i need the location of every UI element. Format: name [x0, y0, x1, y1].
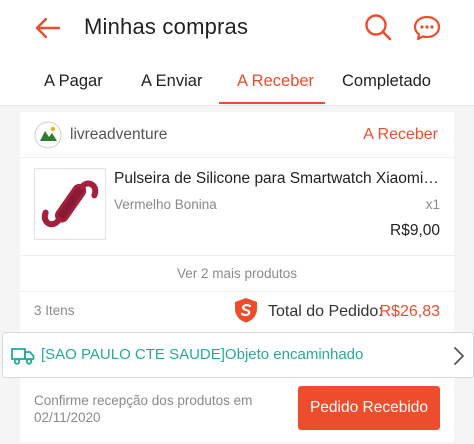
- confirm-receipt-text: Confirme recepção dos produtos em 02/11/…: [34, 393, 253, 425]
- back-button[interactable]: [30, 12, 64, 44]
- order-tabs: A Pagar A Enviar A Receber Completado: [0, 56, 474, 106]
- shop-header[interactable]: livreadventure A Receber: [20, 112, 454, 158]
- total-value: R$26,83: [379, 303, 441, 320]
- chevron-right-icon: [454, 347, 464, 365]
- page-title: Minhas compras: [84, 14, 249, 39]
- shop-name[interactable]: livreadventure: [70, 125, 167, 145]
- tab-a-pagar[interactable]: A Pagar: [44, 70, 103, 92]
- product-item[interactable]: Pulseira de Silicone para Smartwatch Xia…: [20, 158, 454, 256]
- tab-completado[interactable]: Completado: [342, 70, 431, 92]
- shipping-status-text: [SAO PAULO CTE SAUDE]Objeto encaminhado: [41, 346, 364, 363]
- product-quantity: x1: [425, 197, 440, 212]
- shopee-guarantee-shield-icon: [235, 298, 257, 323]
- chat-button[interactable]: [410, 11, 444, 45]
- items-count: 3 Itens: [34, 303, 75, 318]
- product-variant: Vermelho Bonina: [114, 197, 217, 212]
- more-products-link[interactable]: Ver 2 mais produtos: [20, 256, 454, 292]
- order-received-button[interactable]: Pedido Recebido: [298, 386, 440, 430]
- shop-logo-icon: [34, 121, 62, 149]
- more-products-label: Ver 2 mais produtos: [176, 266, 298, 281]
- confirm-row: Confirme recepção dos produtos em 02/11/…: [20, 378, 454, 442]
- tab-a-receber[interactable]: A Receber: [237, 70, 314, 92]
- product-image: [34, 168, 106, 240]
- truck-icon: [11, 348, 35, 365]
- app-header: Minhas compras: [0, 0, 474, 56]
- watch-band-icon: [41, 180, 99, 228]
- search-button[interactable]: [362, 11, 394, 43]
- product-name: Pulseira de Silicone para Smartwatch Xia…: [114, 170, 440, 187]
- order-card[interactable]: livreadventure A Receber Pulseira de Sil…: [2, 112, 474, 442]
- active-tab-indicator: [219, 102, 325, 104]
- search-icon: [365, 14, 392, 41]
- tab-a-enviar[interactable]: A Enviar: [141, 70, 202, 92]
- product-price: R$9,00: [390, 222, 440, 239]
- total-label: Total do Pedido:: [268, 303, 383, 320]
- order-total-row: 3 Itens Total do Pedido: R$26,83: [20, 292, 454, 332]
- order-status: A Receber: [363, 126, 438, 143]
- arrow-left-icon: [35, 17, 61, 39]
- chat-icon: [413, 15, 441, 41]
- shipping-status-row[interactable]: [SAO PAULO CTE SAUDE]Objeto encaminhado: [2, 332, 474, 378]
